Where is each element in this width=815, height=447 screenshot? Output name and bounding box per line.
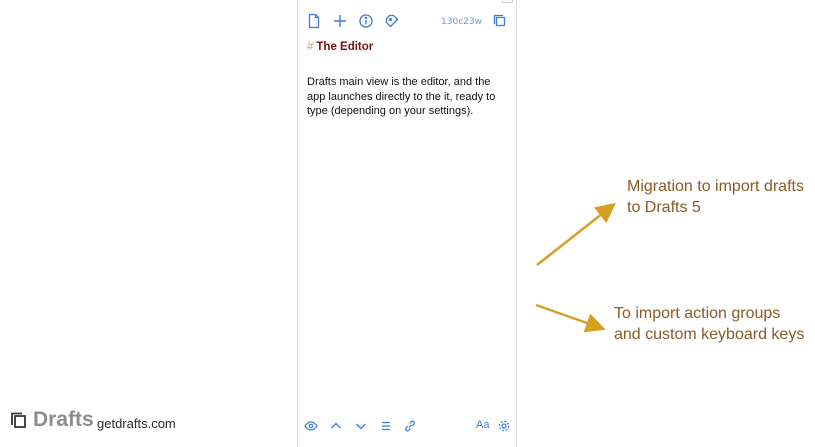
draft-heading: # The Editor <box>307 41 506 53</box>
draft-heading-text: The Editor <box>316 41 374 53</box>
settings-gear-icon[interactable] <box>497 419 511 433</box>
new-draft-icon[interactable] <box>306 13 322 29</box>
preview-eye-icon[interactable] <box>304 419 318 433</box>
arrow-to-action-groups <box>535 303 606 333</box>
editor-bottom-toolbar: Aa <box>304 419 511 435</box>
expand-panel-icon[interactable] <box>492 13 508 29</box>
list-icon[interactable] <box>379 419 393 433</box>
editor-text-area[interactable]: # The Editor Drafts main view is the edit… <box>307 41 506 119</box>
tag-icon[interactable] <box>384 13 400 29</box>
annotation-migration: Migration to import drafts to Drafts 5 <box>627 178 804 216</box>
window-edge-stub <box>502 0 513 3</box>
add-icon[interactable] <box>332 13 348 29</box>
chevron-down-icon[interactable] <box>354 419 368 433</box>
link-icon[interactable] <box>403 419 417 433</box>
annotation-action-groups: To import action groups and custom keybo… <box>614 305 805 343</box>
font-settings-button[interactable]: Aa <box>476 419 489 431</box>
heading-markdown-mark: # <box>307 41 314 53</box>
drafts-logo-mark-icon <box>11 412 26 428</box>
character-word-count[interactable]: 130c23w <box>441 17 482 27</box>
info-icon[interactable] <box>358 13 374 29</box>
editor-panel: 130c23w # The Editor Drafts main view is … <box>297 0 517 447</box>
draft-body-text: Drafts main view is the editor, and the … <box>307 76 496 117</box>
brand-url[interactable]: getdrafts.com <box>97 416 176 431</box>
editor-top-toolbar: 130c23w <box>306 13 508 31</box>
chevron-up-icon[interactable] <box>329 419 343 433</box>
arrow-to-migration <box>536 202 616 266</box>
brand-name: Drafts <box>33 408 94 431</box>
